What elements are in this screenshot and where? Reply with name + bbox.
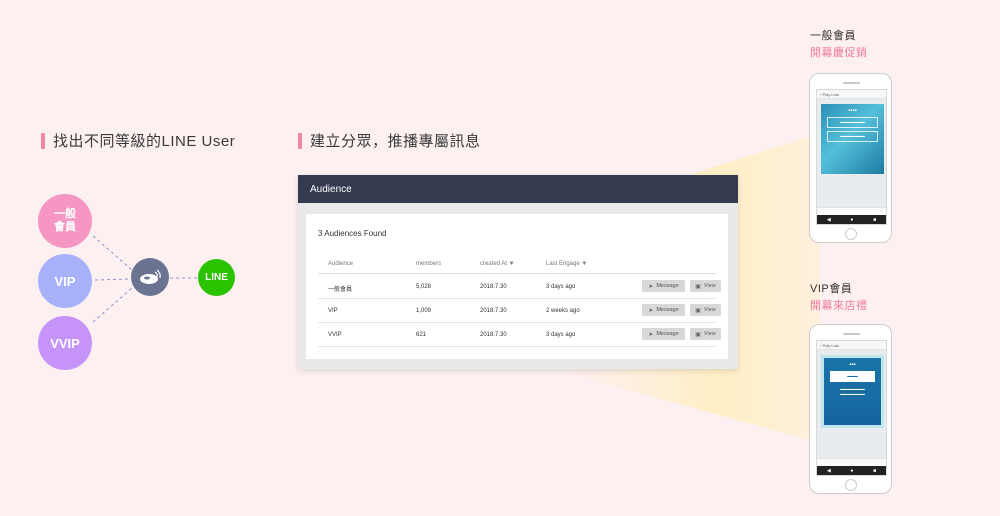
audience-card: 3 Audiences Found Audience members creat… xyxy=(306,214,728,359)
line-logo-circle: LINE xyxy=(198,259,235,296)
last-engage: 2 weeks ago xyxy=(546,308,580,314)
nav-back-icon[interactable]: ◀ xyxy=(827,217,831,223)
audience-name: VIP xyxy=(328,308,338,314)
phone2-label-subtitle: 開幕來店禮 xyxy=(810,300,868,312)
view-button[interactable]: ▣ View xyxy=(690,304,721,316)
phone1-label: 一般會員 開幕慶促銷 xyxy=(810,28,868,62)
audience-name: VVIP xyxy=(328,332,342,338)
view-button-label: View xyxy=(703,307,716,313)
column-header-audience[interactable]: Audience xyxy=(328,261,353,267)
vip-message-image[interactable]: ▪▪▪ ▬▬▬ ▬▬▬▬▬▬▬ ▬▬▬▬▬▬▬ xyxy=(821,355,884,428)
table-row: VIP 1,009 2018.7.30 2 weeks ago ➤ Messag… xyxy=(318,299,721,323)
last-engage: 3 days ago xyxy=(546,284,576,290)
column-header-last-engage[interactable]: Last Engage ▼ xyxy=(546,261,587,267)
last-engage: 3 days ago xyxy=(546,332,576,338)
phone-mockup-vip: ‹ Poly Lulu ▪▪▪ ▬▬▬ ▬▬▬▬▬▬▬ ▬▬▬▬▬▬▬ ◀ ● ■ xyxy=(809,324,892,494)
promo-text-box: ▬▬▬▬▬▬▬ xyxy=(827,131,878,142)
phone-screen: ‹ Poly Lulu ▪▪▪ ▬▬▬ ▬▬▬▬▬▬▬ ▬▬▬▬▬▬▬ ◀ ● ■ xyxy=(816,340,887,476)
nav-home-icon[interactable]: ● xyxy=(850,468,853,474)
phone-screen: ‹ Poly Lulu ▪▪▪▪ ▬▬▬▬▬▬▬ ▬▬▬▬▬▬▬ ◀ ● ■ xyxy=(816,89,887,225)
panel-header: Audience xyxy=(298,175,738,203)
send-icon: ➤ xyxy=(648,331,654,338)
view-button-label: View xyxy=(703,283,716,289)
chat-input-bar[interactable] xyxy=(817,207,886,215)
message-button[interactable]: ➤ Message xyxy=(642,280,685,292)
device-icon xyxy=(140,269,161,284)
promo-message-image[interactable]: ▪▪▪▪ ▬▬▬▬▬▬▬ ▬▬▬▬▬▬▬ xyxy=(821,104,884,174)
view-button[interactable]: ▣ View xyxy=(690,280,721,292)
chat-title: Poly Lulu xyxy=(822,92,839,97)
phone1-label-subtitle: 開幕慶促銷 xyxy=(810,47,868,59)
view-button[interactable]: ▣ View xyxy=(690,328,721,340)
tier-vip-label: VIP xyxy=(54,273,76,289)
phone-speaker xyxy=(843,82,860,84)
vip-banner: ▬▬▬ xyxy=(830,371,875,382)
panel-title: Audience xyxy=(310,183,352,195)
created-date: 2018.7.30 xyxy=(480,284,507,290)
view-icon: ▣ xyxy=(695,283,701,290)
members-count: 621 xyxy=(416,332,427,338)
android-nav-bar: ◀ ● ■ xyxy=(817,466,886,475)
message-button-label: Message xyxy=(656,283,679,289)
chat-title: Poly Lulu xyxy=(822,343,839,348)
message-button[interactable]: ➤ Message xyxy=(642,304,685,316)
vip-text-block: ▬▬▬▬▬▬▬ ▬▬▬▬▬▬▬ xyxy=(840,387,865,396)
promo-text-box: ▬▬▬▬▬▬▬ xyxy=(827,117,878,128)
message-button-label: Message xyxy=(656,307,679,313)
members-count: 1,009 xyxy=(416,308,432,314)
tier-vvip-circle: VVIP xyxy=(38,316,92,370)
tier-general-circle: 一般 會員 xyxy=(38,194,92,248)
tier-vvip-label: VVIP xyxy=(50,335,80,351)
audience-panel: Audience 3 Audiences Found Audience memb… xyxy=(298,175,738,369)
phone-mockup-general: ‹ Poly Lulu ▪▪▪▪ ▬▬▬▬▬▬▬ ▬▬▬▬▬▬▬ ◀ ● ■ xyxy=(809,73,892,243)
send-icon: ➤ xyxy=(648,307,654,314)
audiences-found-text: 3 Audiences Found xyxy=(318,229,387,238)
nav-recent-icon[interactable]: ■ xyxy=(873,217,876,223)
vip-headline-graphic: ▪▪▪ xyxy=(849,362,856,368)
created-date: 2018.7.30 xyxy=(480,332,507,338)
members-count: 5,028 xyxy=(416,284,432,290)
line-logo-label: LINE xyxy=(205,272,228,283)
nav-back-icon[interactable]: ◀ xyxy=(827,468,831,474)
nav-home-icon[interactable]: ● xyxy=(850,217,853,223)
view-icon: ▣ xyxy=(695,331,701,338)
phone2-label: VIP會員 開幕來店禮 xyxy=(810,281,868,315)
hub-circle xyxy=(131,258,169,296)
android-nav-bar: ◀ ● ■ xyxy=(817,215,886,224)
table-header: Audience members created At ▼ Last Engag… xyxy=(318,257,716,274)
phone2-label-title: VIP會員 xyxy=(810,283,853,295)
message-button[interactable]: ➤ Message xyxy=(642,328,685,340)
tier-vip-circle: VIP xyxy=(38,254,92,308)
view-button-label: View xyxy=(703,331,716,337)
send-icon: ➤ xyxy=(648,283,654,290)
tier-general-label: 一般 會員 xyxy=(54,208,76,233)
phone-speaker xyxy=(843,333,860,335)
promo-headline-graphic: ▪▪▪▪ xyxy=(848,108,857,114)
chat-input-bar[interactable] xyxy=(817,458,886,466)
phone-home-button xyxy=(845,228,857,240)
phone1-label-title: 一般會員 xyxy=(810,30,856,42)
chat-topbar: ‹ Poly Lulu xyxy=(817,341,886,350)
chat-topbar: ‹ Poly Lulu xyxy=(817,90,886,99)
view-icon: ▣ xyxy=(695,307,701,314)
column-header-members[interactable]: members xyxy=(416,261,441,267)
table-row: VVIP 621 2018.7.30 3 days ago ➤ Message … xyxy=(318,323,721,347)
column-header-created[interactable]: created At ▼ xyxy=(480,261,515,267)
audience-name: 一般會員 xyxy=(328,287,353,293)
message-button-label: Message xyxy=(656,331,679,337)
created-date: 2018.7.30 xyxy=(480,308,507,314)
phone-home-button xyxy=(845,479,857,491)
nav-recent-icon[interactable]: ■ xyxy=(873,468,876,474)
table-row: 一般會員 5,028 2018.7.30 3 days ago ➤ Messag… xyxy=(318,275,721,299)
